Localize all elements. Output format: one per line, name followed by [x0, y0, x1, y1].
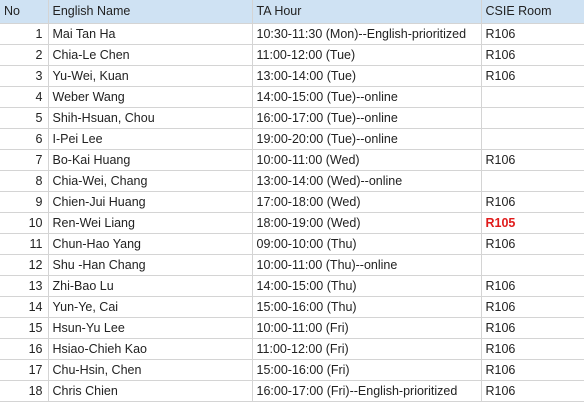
cell-english-name[interactable]: Zhi-Bao Lu: [48, 275, 253, 297]
cell-csie-room[interactable]: R106: [481, 380, 584, 402]
header-english-name[interactable]: English Name: [48, 0, 253, 24]
cell-csie-room[interactable]: R106: [481, 275, 584, 297]
cell-no[interactable]: 18: [0, 380, 49, 402]
table-row: 9 Chien-Jui Huang 17:00-18:00 (Wed) R106: [0, 191, 584, 213]
cell-no[interactable]: 8: [0, 170, 49, 192]
cell-no[interactable]: 5: [0, 107, 49, 129]
header-ta-hour[interactable]: TA Hour: [252, 0, 482, 24]
cell-english-name[interactable]: Chia-Wei, Chang: [48, 170, 253, 192]
table-row: 4 Weber Wang 14:00-15:00 (Tue)--online: [0, 86, 584, 108]
table-row: 5 Shih-Hsuan, Chou 16:00-17:00 (Tue)--onli…: [0, 107, 584, 129]
cell-csie-room[interactable]: R106: [481, 23, 584, 45]
cell-no[interactable]: 4: [0, 86, 49, 108]
table-row: 17 Chu-Hsin, Chen 15:00-16:00 (Fri) R106: [0, 359, 584, 381]
cell-ta-hour[interactable]: 09:00-10:00 (Thu): [252, 233, 482, 255]
cell-csie-room[interactable]: R106: [481, 149, 584, 171]
cell-english-name[interactable]: Shih-Hsuan, Chou: [48, 107, 253, 129]
table-row: 3 Yu-Wei, Kuan 13:00-14:00 (Tue) R106: [0, 65, 584, 87]
cell-ta-hour[interactable]: 18:00-19:00 (Wed): [252, 212, 482, 234]
cell-english-name[interactable]: Yun-Ye, Cai: [48, 296, 253, 318]
table-header: No English Name TA Hour CSIE Room: [0, 0, 584, 24]
cell-ta-hour[interactable]: 15:00-16:00 (Fri): [252, 359, 482, 381]
cell-ta-hour[interactable]: 11:00-12:00 (Tue): [252, 44, 482, 66]
cell-ta-hour[interactable]: 11:00-12:00 (Fri): [252, 338, 482, 360]
cell-no[interactable]: 3: [0, 65, 49, 87]
cell-no[interactable]: 2: [0, 44, 49, 66]
cell-no[interactable]: 13: [0, 275, 49, 297]
cell-english-name[interactable]: Chu-Hsin, Chen: [48, 359, 253, 381]
cell-no[interactable]: 7: [0, 149, 49, 171]
table-row: 2 Chia-Le Chen 11:00-12:00 (Tue) R106: [0, 44, 584, 66]
cell-no[interactable]: 16: [0, 338, 49, 360]
cell-english-name[interactable]: Chia-Le Chen: [48, 44, 253, 66]
cell-csie-room[interactable]: R106: [481, 317, 584, 339]
cell-ta-hour[interactable]: 10:00-11:00 (Fri): [252, 317, 482, 339]
table-row: 13 Zhi-Bao Lu 14:00-15:00 (Thu) R106: [0, 275, 584, 297]
cell-english-name[interactable]: Yu-Wei, Kuan: [48, 65, 253, 87]
cell-no[interactable]: 9: [0, 191, 49, 213]
cell-csie-room[interactable]: [481, 254, 584, 276]
cell-no[interactable]: 14: [0, 296, 49, 318]
table-row: 1 Mai Tan Ha 10:30-11:30 (Mon)--English-pr…: [0, 23, 584, 45]
header-row: No English Name TA Hour CSIE Room: [0, 0, 584, 24]
cell-no[interactable]: 12: [0, 254, 49, 276]
cell-csie-room[interactable]: [481, 107, 584, 129]
cell-no[interactable]: 1: [0, 23, 49, 45]
cell-csie-room[interactable]: R105: [481, 212, 584, 234]
cell-ta-hour[interactable]: 10:00-11:00 (Thu)--online: [252, 254, 482, 276]
cell-no[interactable]: 15: [0, 317, 49, 339]
cell-english-name[interactable]: Bo-Kai Huang: [48, 149, 253, 171]
cell-csie-room[interactable]: R106: [481, 338, 584, 360]
table-row: 14 Yun-Ye, Cai 15:00-16:00 (Thu) R106: [0, 296, 584, 318]
cell-csie-room[interactable]: R106: [481, 296, 584, 318]
cell-english-name[interactable]: I-Pei Lee: [48, 128, 253, 150]
cell-english-name[interactable]: Ren-Wei Liang: [48, 212, 253, 234]
cell-ta-hour[interactable]: 15:00-16:00 (Thu): [252, 296, 482, 318]
cell-ta-hour[interactable]: 10:00-11:00 (Wed): [252, 149, 482, 171]
header-csie-room[interactable]: CSIE Room: [481, 0, 584, 24]
table-row: 16 Hsiao-Chieh Kao 11:00-12:00 (Fri) R106: [0, 338, 584, 360]
table-row: 12 Shu -Han Chang 10:00-11:00 (Thu)--onlin…: [0, 254, 584, 276]
ta-hours-table: No English Name TA Hour CSIE Room 1 Mai T…: [0, 0, 584, 402]
cell-english-name[interactable]: Mai Tan Ha: [48, 23, 253, 45]
cell-english-name[interactable]: Hsiao-Chieh Kao: [48, 338, 253, 360]
table-row: 11 Chun-Hao Yang 09:00-10:00 (Thu) R106: [0, 233, 584, 255]
table-row: 6 I-Pei Lee 19:00-20:00 (Tue)--online: [0, 128, 584, 150]
cell-ta-hour[interactable]: 13:00-14:00 (Wed)--online: [252, 170, 482, 192]
cell-csie-room[interactable]: [481, 128, 584, 150]
cell-csie-room[interactable]: R106: [481, 44, 584, 66]
cell-csie-room[interactable]: R106: [481, 233, 584, 255]
cell-csie-room[interactable]: R106: [481, 65, 584, 87]
cell-ta-hour[interactable]: 16:00-17:00 (Fri)--English-prioritized: [252, 380, 482, 402]
cell-english-name[interactable]: Weber Wang: [48, 86, 253, 108]
table-row: 18 Chris Chien 16:00-17:00 (Fri)--English-…: [0, 380, 584, 402]
cell-ta-hour[interactable]: 19:00-20:00 (Tue)--online: [252, 128, 482, 150]
cell-english-name[interactable]: Chun-Hao Yang: [48, 233, 253, 255]
cell-ta-hour[interactable]: 13:00-14:00 (Tue): [252, 65, 482, 87]
cell-ta-hour[interactable]: 17:00-18:00 (Wed): [252, 191, 482, 213]
cell-english-name[interactable]: Shu -Han Chang: [48, 254, 253, 276]
cell-ta-hour[interactable]: 14:00-15:00 (Thu): [252, 275, 482, 297]
cell-english-name[interactable]: Chien-Jui Huang: [48, 191, 253, 213]
cell-csie-room[interactable]: R106: [481, 359, 584, 381]
cell-english-name[interactable]: Hsun-Yu Lee: [48, 317, 253, 339]
table-row: 8 Chia-Wei, Chang 13:00-14:00 (Wed)--onlin…: [0, 170, 584, 192]
cell-english-name[interactable]: Chris Chien: [48, 380, 253, 402]
table-row: 15 Hsun-Yu Lee 10:00-11:00 (Fri) R106: [0, 317, 584, 339]
cell-csie-room[interactable]: [481, 86, 584, 108]
cell-ta-hour[interactable]: 14:00-15:00 (Tue)--online: [252, 86, 482, 108]
table-row: 10 Ren-Wei Liang 18:00-19:00 (Wed) R105: [0, 212, 584, 234]
header-no[interactable]: No: [0, 0, 49, 24]
cell-csie-room[interactable]: [481, 170, 584, 192]
cell-ta-hour[interactable]: 10:30-11:30 (Mon)--English-prioritized: [252, 23, 482, 45]
table-body: 1 Mai Tan Ha 10:30-11:30 (Mon)--English-pr…: [0, 23, 584, 402]
cell-no[interactable]: 11: [0, 233, 49, 255]
cell-no[interactable]: 17: [0, 359, 49, 381]
cell-no[interactable]: 6: [0, 128, 49, 150]
cell-csie-room[interactable]: R106: [481, 191, 584, 213]
cell-ta-hour[interactable]: 16:00-17:00 (Tue)--online: [252, 107, 482, 129]
table-row: 7 Bo-Kai Huang 10:00-11:00 (Wed) R106: [0, 149, 584, 171]
cell-no[interactable]: 10: [0, 212, 49, 234]
